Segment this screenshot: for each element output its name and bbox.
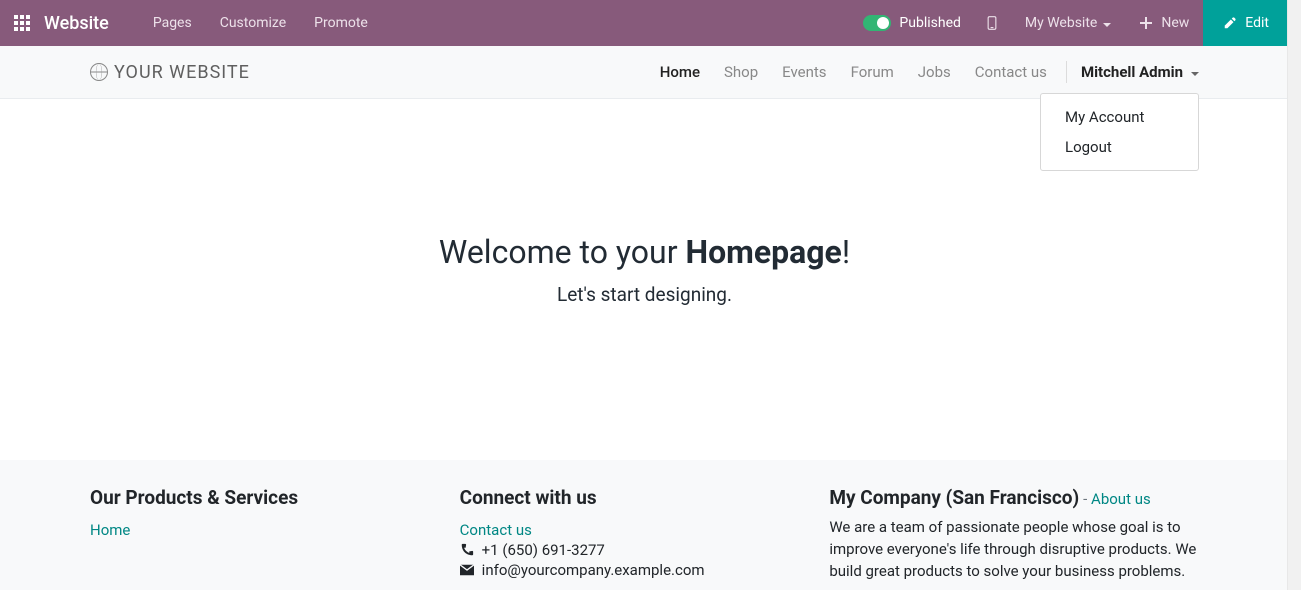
published-toggle[interactable]: Published bbox=[851, 15, 972, 31]
hero-title: Welcome to your Homepage! bbox=[439, 233, 850, 271]
footer-link-contact[interactable]: Contact us bbox=[460, 521, 830, 539]
topbar-menu-promote[interactable]: Promote bbox=[300, 15, 382, 31]
footer-about-separator: - bbox=[1083, 490, 1091, 508]
nav-link-jobs[interactable]: Jobs bbox=[907, 63, 962, 81]
caret-down-icon bbox=[1103, 23, 1111, 27]
toggle-switch-icon bbox=[863, 15, 891, 31]
footer-email-line: info@yourcompany.example.com bbox=[460, 561, 830, 579]
user-menu-dropdown: My Account Logout bbox=[1040, 93, 1199, 171]
footer-heading-products: Our Products & Services bbox=[90, 486, 460, 509]
footer-phone: +1 (650) 691-3277 bbox=[482, 541, 605, 559]
nav-link-shop[interactable]: Shop bbox=[713, 63, 769, 81]
edit-button-label: Edit bbox=[1245, 15, 1269, 31]
nav-link-contact[interactable]: Contact us bbox=[964, 63, 1058, 81]
footer-col-connect: Connect with us Contact us +1 (650) 691-… bbox=[460, 486, 830, 582]
user-menu-my-account[interactable]: My Account bbox=[1041, 102, 1198, 132]
nav-separator bbox=[1066, 61, 1067, 83]
topbar-menu: Pages Customize Promote bbox=[139, 15, 382, 31]
new-button[interactable]: New bbox=[1125, 0, 1203, 46]
site-logo-text: YOUR WEBSITE bbox=[114, 62, 250, 83]
footer-col-products: Our Products & Services Home bbox=[90, 486, 460, 582]
published-label: Published bbox=[899, 15, 960, 31]
mobile-preview-button[interactable] bbox=[973, 0, 1011, 46]
footer-about-link[interactable]: About us bbox=[1091, 490, 1151, 508]
phone-icon bbox=[460, 543, 474, 557]
new-button-label: New bbox=[1161, 15, 1189, 31]
nav-link-forum[interactable]: Forum bbox=[840, 63, 905, 81]
website-selector-label: My Website bbox=[1025, 15, 1097, 31]
scrollbar-thumb[interactable] bbox=[1287, 0, 1299, 590]
nav-link-events[interactable]: Events bbox=[771, 63, 837, 81]
topbar-menu-pages[interactable]: Pages bbox=[139, 15, 206, 31]
edit-button[interactable]: Edit bbox=[1203, 0, 1289, 46]
hero-title-bold: Homepage bbox=[685, 233, 841, 271]
app-topbar: Website Pages Customize Promote Publishe… bbox=[0, 0, 1289, 46]
footer-link-home[interactable]: Home bbox=[90, 521, 460, 539]
globe-icon bbox=[90, 63, 108, 81]
website-selector-dropdown[interactable]: My Website bbox=[1011, 0, 1125, 46]
nav-links: Home Shop Events Forum Jobs Contact us M… bbox=[649, 61, 1199, 83]
footer-company-name: My Company (San Francisco) bbox=[829, 486, 1079, 509]
site-logo[interactable]: YOUR WEBSITE bbox=[90, 62, 250, 83]
user-menu-trigger[interactable]: Mitchell Admin bbox=[1075, 63, 1199, 81]
user-name: Mitchell Admin bbox=[1081, 63, 1183, 81]
site-footer: Our Products & Services Home Connect wit… bbox=[0, 460, 1289, 590]
envelope-icon bbox=[460, 563, 474, 577]
vertical-scrollbar[interactable] bbox=[1287, 0, 1301, 590]
user-menu-logout[interactable]: Logout bbox=[1041, 132, 1198, 162]
hero-title-prefix: Welcome to your bbox=[439, 233, 686, 271]
hero-title-suffix: ! bbox=[842, 233, 850, 271]
hero-subtitle: Let's start designing. bbox=[557, 283, 732, 306]
site-navbar: YOUR WEBSITE Home Shop Events Forum Jobs… bbox=[0, 46, 1289, 99]
topbar-menu-customize[interactable]: Customize bbox=[206, 15, 300, 31]
footer-heading-connect: Connect with us bbox=[460, 486, 830, 509]
footer-col-company: My Company (San Francisco) - About us We… bbox=[829, 486, 1199, 582]
app-brand[interactable]: Website bbox=[44, 13, 109, 34]
apps-icon[interactable] bbox=[0, 15, 44, 31]
footer-email: info@yourcompany.example.com bbox=[482, 561, 705, 579]
caret-down-icon bbox=[1191, 72, 1199, 76]
footer-phone-line: +1 (650) 691-3277 bbox=[460, 541, 830, 559]
nav-link-home[interactable]: Home bbox=[649, 63, 711, 81]
footer-company-description: We are a team of passionate people whose… bbox=[829, 517, 1199, 582]
